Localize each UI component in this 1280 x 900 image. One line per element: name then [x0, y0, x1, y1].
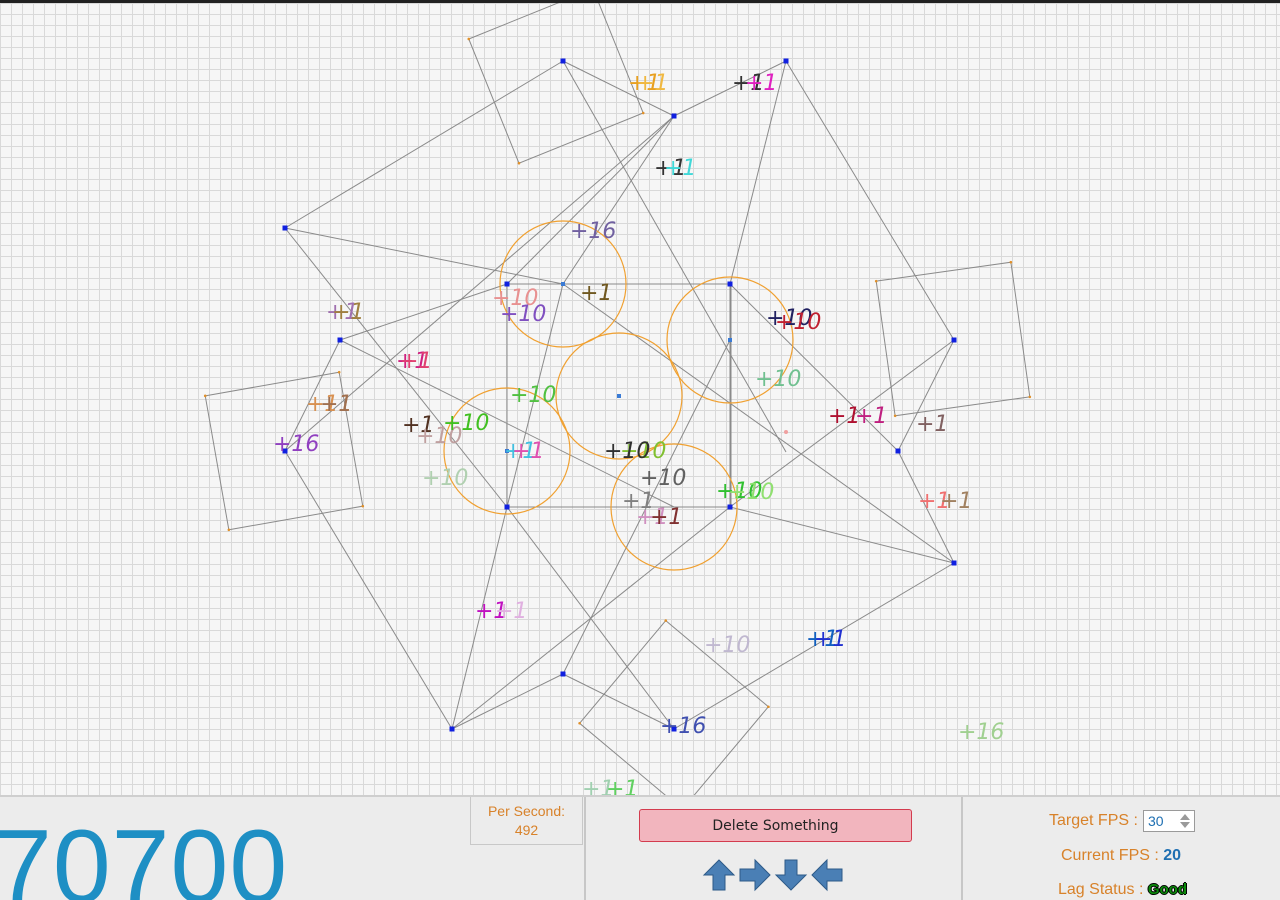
- current-fps-label: Current FPS :: [1061, 847, 1159, 864]
- graph-edge: [284, 60, 564, 229]
- floating-score-text: +1: [916, 412, 948, 437]
- graph-edge: [506, 506, 675, 730]
- square-corner: [1028, 395, 1032, 399]
- particle: [784, 430, 788, 434]
- floating-score-text: +10: [500, 302, 546, 327]
- square-corner: [467, 37, 471, 41]
- graph-node: [337, 337, 343, 343]
- floating-score-text: +1: [650, 505, 682, 530]
- rotating-square: [468, 3, 644, 164]
- floating-score-text: +1: [855, 404, 887, 429]
- floating-score-text: +10: [510, 383, 556, 408]
- graph-node: [449, 726, 455, 732]
- square-corner: [337, 370, 341, 374]
- target-fps-label: Target FPS :: [1049, 812, 1138, 829]
- graph-edge: [562, 673, 675, 730]
- ring-center: [561, 282, 565, 286]
- graph-node: [727, 281, 733, 287]
- graph-node: [895, 448, 901, 454]
- square-corner: [893, 414, 897, 418]
- floating-score-text: +1: [745, 71, 777, 96]
- graph-edge: [729, 506, 955, 564]
- floating-score-text: +10: [775, 310, 821, 335]
- graph-node: [951, 337, 957, 343]
- current-fps-value: 20: [1163, 847, 1182, 864]
- floating-score-text: +1: [512, 439, 544, 464]
- graph-node: [560, 58, 566, 64]
- score-counter: 70700: [0, 809, 289, 900]
- floating-score-text: +1: [814, 627, 846, 652]
- spinner-arrows-icon[interactable]: [1178, 813, 1192, 829]
- graph-edge: [562, 60, 787, 453]
- floating-score-text: +1: [636, 71, 668, 96]
- graph-node: [560, 671, 566, 677]
- target-fps-value: 30: [1148, 813, 1164, 829]
- ring-center: [728, 338, 732, 342]
- bottom-panel: 70700 Per Second: 492 Delete Something T…: [0, 795, 1280, 900]
- game-scene: +1+1 +1+1+1+1+16+1+10+10 +10+10+10+1+1+1+1…: [203, 3, 1032, 795]
- arrow-left-icon[interactable]: [810, 858, 844, 892]
- graph-edge: [785, 60, 955, 341]
- floating-score-text: +1: [320, 392, 352, 417]
- panel-divider: [961, 797, 963, 900]
- square-corner: [361, 504, 365, 508]
- graph-node: [282, 225, 288, 231]
- graph-edge: [451, 673, 564, 730]
- current-fps-line: Current FPS : 20: [1061, 847, 1181, 865]
- per-second-panel: Per Second: 492: [470, 797, 583, 845]
- target-fps-stepper[interactable]: 30: [1143, 810, 1195, 832]
- game-playfield[interactable]: +1 +1 +1 +1 +1 +1 +16 +1 +10 +10 +10 +10 +10 +1 +1 +1 +1…: [0, 0, 1280, 795]
- per-second-value: 492: [514, 822, 539, 838]
- floating-score-text: +1: [400, 349, 432, 374]
- square-corner: [664, 619, 668, 622]
- arrow-right-icon[interactable]: [738, 858, 772, 892]
- graph-node: [727, 504, 733, 510]
- panel-divider: [584, 797, 586, 900]
- graph-edge: [284, 450, 453, 730]
- square-corner: [874, 279, 878, 283]
- floating-score-text: +10: [728, 480, 774, 505]
- graph-node: [783, 58, 789, 64]
- square-corner: [227, 528, 231, 532]
- delete-something-button[interactable]: Delete Something: [639, 809, 912, 842]
- square-corner: [578, 721, 581, 725]
- arrow-up-icon[interactable]: [702, 858, 736, 892]
- graph-node: [951, 560, 957, 566]
- floating-score-text: +10: [422, 466, 468, 491]
- square-corner: [641, 111, 645, 115]
- square-corner: [1009, 260, 1013, 264]
- ring-center: [617, 394, 621, 398]
- floating-score-text: +10: [640, 466, 686, 491]
- floating-score-text: +10: [704, 633, 750, 658]
- graph-node: [504, 504, 510, 510]
- per-second-label: Per Second:: [487, 803, 566, 819]
- square-corner: [517, 161, 521, 165]
- floating-score-text: +16: [958, 720, 1004, 745]
- graph-edge: [562, 283, 955, 564]
- floating-score-text: +1: [606, 777, 638, 795]
- lag-status-label: Lag Status :: [1058, 881, 1144, 898]
- graph-node: [671, 113, 677, 119]
- graph-edge: [506, 115, 675, 285]
- square-corner: [203, 394, 207, 398]
- floating-score-text: +1: [580, 281, 612, 306]
- floating-score-text: +10: [604, 439, 650, 464]
- lag-status-line: Lag Status : Good: [1058, 881, 1187, 899]
- floating-score-text: +1: [940, 489, 972, 514]
- arrow-down-icon[interactable]: [774, 858, 808, 892]
- floating-score-text: +1: [495, 599, 527, 624]
- floating-score-text: +1: [664, 156, 696, 181]
- floating-score-text: +10: [443, 411, 489, 436]
- floating-score-text: +16: [660, 714, 706, 739]
- graph-edge: [562, 115, 675, 285]
- lag-status-value: Good: [1147, 881, 1187, 898]
- floating-score-text: +1: [332, 300, 364, 325]
- floating-score-text: +10: [755, 367, 801, 392]
- square-corner: [767, 705, 770, 709]
- floating-score-text: +16: [570, 219, 616, 244]
- floating-score-text: +16: [273, 432, 319, 457]
